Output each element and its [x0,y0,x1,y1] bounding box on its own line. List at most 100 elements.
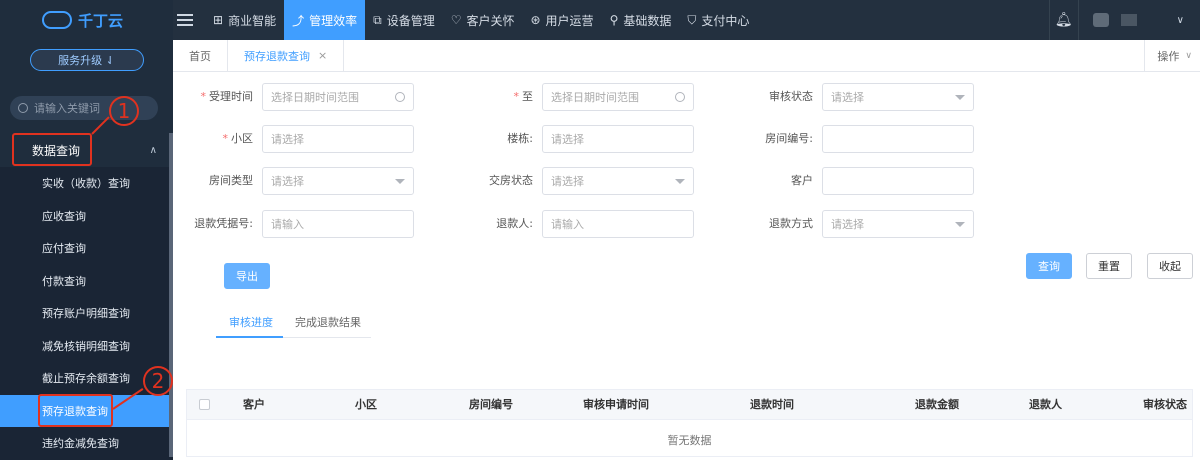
field-placeholder: 请选择 [271,133,304,146]
reset-button[interactable]: 重置 [1086,253,1132,279]
logo-text: 千丁云 [78,11,124,30]
nav-item[interactable]: ⊛ 用户运营 [522,0,601,40]
nav-item[interactable]: ♡ 客户关怀 [443,0,523,40]
field-placeholder: 请选择 [831,218,864,231]
chevron-down-icon: ∨ [1185,51,1192,61]
nav-item-label: 支付中心 [701,13,750,28]
refund-method-select[interactable]: 请选择 [822,210,974,238]
top-navbar: ⊞ 商业智能 ⤴ 管理效率 ⧉ 设备管理 ♡ 客户关怀 ⊛ 用户运营 ⚲ 基础数据 ⛉ 支付中心 🔔︎ ∨ [173,0,1200,40]
nav-item[interactable]: ⊞ 商业智能 [205,0,284,40]
sidebar-item[interactable]: 付款查询 [0,264,173,297]
building-select[interactable]: 请选择 [542,125,694,153]
audit-status-label: 审核状态 [769,90,813,103]
field-placeholder: 选择日期时间范围 [551,91,639,104]
collapse-button[interactable]: 收起 [1147,253,1193,279]
app-logo[interactable]: 千丁云 [0,0,173,40]
customer-input[interactable] [822,167,974,195]
accept-time-start-field[interactable]: 选择日期时间范围 [262,83,414,111]
refund-table: 客户 小区 房间编号 审核申请时间 退款时间 退款金额 退款人 审核状态 暂无数据 [186,389,1193,457]
nav-item-label: 客户关怀 [466,13,515,28]
customer-label: 客户 [791,174,813,187]
heart-icon: ♡ [450,13,462,27]
export-button[interactable]: 导出 [224,263,270,289]
nav-item[interactable]: ⤴ 管理效率 [284,0,366,40]
tab-label: 预存退款查询 [244,49,310,63]
result-tabs: 审核进度 完成退款结果 [216,310,371,338]
sidebar-item[interactable]: 减免核销明细查询 [0,329,173,362]
field-placeholder: 请选择 [271,175,304,188]
column-header[interactable]: 退款金额 [915,390,959,420]
nav-item-label: 商业智能 [228,13,277,28]
sidebar-item[interactable]: 应付查询 [0,232,173,265]
community-select[interactable]: 请选择 [262,125,414,153]
triangle-down-icon [955,94,965,100]
sidebar-item[interactable]: 实收（收款）查询 [0,167,173,200]
field-placeholder: 选择日期时间范围 [271,91,359,104]
field-placeholder: 请选择 [551,133,584,146]
chevron-down-icon[interactable]: ∨ [1177,15,1184,26]
delivery-status-label: 交房状态 [489,174,533,187]
voucher-input[interactable]: 请输入 [262,210,414,238]
column-header[interactable]: 审核申请时间 [583,390,649,420]
triangle-down-icon [955,221,965,227]
table-header: 客户 小区 房间编号 审核申请时间 退款时间 退款金额 退款人 审核状态 [187,390,1192,420]
annotation-circle-1: 1 [109,96,139,126]
to-label: * 至 [513,90,534,103]
trend-icon: ⤴ [292,13,305,28]
form-row-4: 退款凭据号: 请输入 退款人: 请输入 退款方式 请选择 [173,210,1200,238]
operations-dropdown[interactable]: 操作 ∨ [1144,40,1200,72]
select-all-checkbox[interactable] [199,399,210,410]
audit-status-select[interactable]: 请选择 [822,83,974,111]
nav-item[interactable]: ⚲ 基础数据 [602,0,680,40]
field-placeholder: 请输入 [551,218,584,231]
nav-item[interactable]: ⛉ 支付中心 [679,0,757,40]
voucher-label: 退款凭据号: [194,217,253,230]
annotation-box-1 [12,133,92,166]
service-upgrade-button[interactable]: 服务升级 ⇃ [29,49,144,71]
close-icon[interactable]: × [318,49,327,62]
sidebar-item[interactable]: 预存账户明细查询 [0,297,173,330]
tab-refund-result[interactable]: 完成退款结果 [295,314,361,330]
search-icon [18,103,28,113]
avatar[interactable] [1092,13,1109,27]
nav-item[interactable]: ⧉ 设备管理 [365,0,443,40]
building-label: 楼栋: [507,132,533,145]
clock-icon [675,92,685,102]
annotation-circle-2: 2 [143,366,173,396]
nav-item-label: 用户运营 [545,13,594,28]
sidebar-item[interactable]: 违约金减免查询 [0,427,173,460]
nav-item-label: 基础数据 [623,13,672,28]
column-header[interactable]: 退款人 [1029,390,1062,420]
column-header[interactable]: 房间编号 [469,390,513,420]
tab-prepaid-refund[interactable]: 预存退款查询 × [228,39,345,72]
accept-time-end-field[interactable]: 选择日期时间范围 [542,83,694,111]
operations-label: 操作 [1157,50,1180,63]
column-header[interactable]: 客户 [243,390,265,420]
query-button[interactable]: 查询 [1026,253,1072,279]
page-tabs: 首页 预存退款查询 × 操作 ∨ [173,39,1200,72]
form-row-1: * 受理时间 选择日期时间范围 * 至 选择日期时间范围 审核状态 请选择 [173,83,1200,111]
tab-home[interactable]: 首页 [173,39,228,72]
room-type-select[interactable]: 请选择 [262,167,414,195]
menu-toggle-icon[interactable] [177,14,193,26]
sidebar-item[interactable]: 应收查询 [0,199,173,232]
refund-method-label: 退款方式 [769,217,813,230]
tab-audit-progress[interactable]: 审核进度 [229,314,273,330]
shield-icon: ⛉ [687,12,697,27]
room-no-input[interactable] [822,125,974,153]
wrench-icon: ⚲ [609,13,619,27]
cloud-logo-icon [42,11,72,29]
user-name-placeholder[interactable] [1120,14,1137,26]
form-row-2: * 小区 请选择 楼栋: 请选择 房间编号: [173,125,1200,153]
form-row-3: 房间类型 请选择 交房状态 请选择 客户 [173,167,1200,195]
column-header[interactable]: 退款时间 [750,390,794,420]
refunder-input[interactable]: 请输入 [542,210,694,238]
field-placeholder: 请输入 [271,218,304,231]
column-header[interactable]: 小区 [355,390,377,420]
column-header[interactable]: 审核状态 [1143,390,1187,420]
room-no-label: 房间编号: [765,132,813,145]
delivery-status-select[interactable]: 请选择 [542,167,694,195]
field-placeholder: 请选择 [831,91,864,104]
community-label: * 小区 [222,132,254,145]
bell-icon[interactable]: 🔔︎ [1048,0,1079,40]
